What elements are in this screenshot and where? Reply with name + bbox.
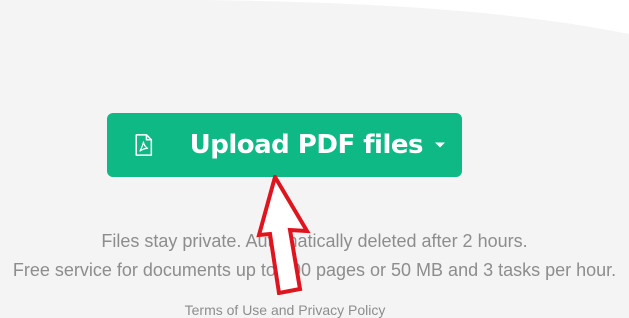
usage-limits-note: Free service for documents up to 200 pag… — [12, 260, 617, 280]
upload-source-dropdown-button[interactable] — [418, 113, 462, 177]
caret-down-icon — [435, 142, 445, 148]
privacy-note: Files stay private. Automatically delete… — [101, 231, 528, 251]
top-background-curve — [0, 0, 629, 34]
footer-links: Terms of Use and Privacy Policy — [0, 302, 570, 318]
footer-and-text: and — [270, 302, 295, 318]
privacy-policy-link[interactable]: Privacy Policy — [298, 302, 385, 318]
upload-pdf-button[interactable]: Upload PDF files — [107, 113, 424, 177]
terms-of-use-link[interactable]: Terms of Use — [185, 302, 267, 318]
upload-button-group: Upload PDF files — [107, 113, 462, 177]
upload-button-label: Upload PDF files — [189, 130, 424, 160]
pdf-file-icon — [135, 134, 153, 156]
